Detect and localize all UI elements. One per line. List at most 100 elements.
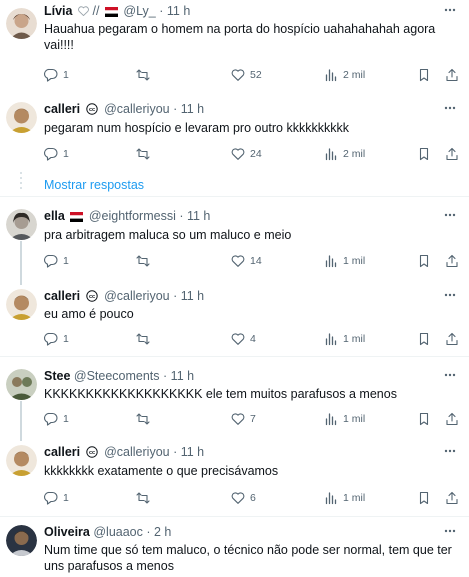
reply-count: 1 xyxy=(63,69,69,81)
views-button[interactable]: 1 mil xyxy=(324,490,365,506)
share-icon xyxy=(446,491,458,505)
avatar[interactable] xyxy=(6,8,37,39)
views-button[interactable]: 1 mil xyxy=(324,411,365,427)
share-icon xyxy=(446,332,458,346)
handle[interactable]: @calleriyou xyxy=(104,445,170,459)
retweet-button[interactable] xyxy=(136,490,150,506)
share-icon xyxy=(446,412,458,426)
views-count: 1 mil xyxy=(343,255,366,267)
tweet[interactable]: calleri cc @calleriyou · 11 h eu amo é p… xyxy=(0,285,469,357)
tweet-header: ella @eightformessi · 11 h xyxy=(44,207,439,225)
reply-button[interactable]: 1 xyxy=(44,411,69,427)
more-icon[interactable] xyxy=(443,209,457,221)
handle[interactable]: @Ly_ xyxy=(123,4,155,18)
show-replies-link[interactable]: Mostrar respostas xyxy=(44,177,144,193)
tweet-text: eu amo é pouco xyxy=(44,307,134,321)
display-name[interactable]: calleri xyxy=(44,102,80,116)
display-name[interactable]: Stee xyxy=(44,369,70,383)
handle[interactable]: @calleriyou xyxy=(104,289,170,303)
share-button[interactable] xyxy=(445,411,459,427)
avatar[interactable] xyxy=(6,209,37,240)
reply-icon xyxy=(44,412,58,426)
heart-icon xyxy=(78,6,89,16)
display-name[interactable]: Lívia xyxy=(44,4,73,18)
reply-button[interactable]: 1 xyxy=(44,331,69,347)
handle[interactable]: @eightformessi xyxy=(89,209,176,223)
avatar[interactable] xyxy=(6,289,37,320)
tweet[interactable]: calleri cc @calleriyou · 11 h pegaram nu… xyxy=(0,98,469,172)
reply-button[interactable]: 1 xyxy=(44,67,69,83)
timestamp[interactable]: · 11 h xyxy=(173,102,204,116)
more-icon[interactable] xyxy=(443,369,457,381)
reply-button[interactable]: 1 xyxy=(44,490,69,506)
retweet-button[interactable] xyxy=(136,411,150,427)
flag-icon xyxy=(104,7,118,17)
tweet[interactable]: calleri cc @calleriyou · 11 h kkkkkkkk e… xyxy=(0,441,469,517)
avatar[interactable] xyxy=(6,102,37,133)
display-name[interactable]: calleri xyxy=(44,289,80,303)
bookmark-button[interactable] xyxy=(417,146,431,162)
tweet[interactable]: ella @eightformessi · 11 h pra arbitrage… xyxy=(0,205,469,285)
views-icon xyxy=(325,69,337,82)
share-icon xyxy=(446,68,458,82)
like-button[interactable]: 7 xyxy=(231,411,256,427)
more-icon[interactable] xyxy=(443,289,457,301)
share-icon xyxy=(446,147,458,161)
tweet[interactable]: Lívia // @Ly_ · 11 h Hauahua pegaram o h… xyxy=(0,0,469,98)
like-button[interactable]: 4 xyxy=(231,331,256,347)
avatar[interactable] xyxy=(6,525,37,556)
share-button[interactable] xyxy=(445,331,459,347)
like-count: 4 xyxy=(250,333,256,345)
like-button[interactable]: 6 xyxy=(231,490,256,506)
retweet-button[interactable] xyxy=(136,146,150,162)
like-button[interactable]: 14 xyxy=(231,253,262,269)
retweet-button[interactable] xyxy=(136,331,150,347)
share-button[interactable] xyxy=(445,490,459,506)
timestamp[interactable]: · 11 h xyxy=(173,289,204,303)
share-button[interactable] xyxy=(445,67,459,83)
display-name[interactable]: calleri xyxy=(44,445,80,459)
timestamp[interactable]: · 11 h xyxy=(173,445,204,459)
more-icon[interactable] xyxy=(443,4,457,16)
reply-button[interactable]: 1 xyxy=(44,253,69,269)
handle[interactable]: @calleriyou xyxy=(104,102,170,116)
more-icon[interactable] xyxy=(443,445,457,457)
tweet[interactable]: Stee @Steecoments · 11 h KKKKKKKKKKKKKKK… xyxy=(0,365,469,441)
timestamp[interactable]: · 11 h xyxy=(159,4,190,18)
avatar[interactable] xyxy=(6,445,37,476)
retweet-button[interactable] xyxy=(136,67,150,83)
like-button[interactable]: 52 xyxy=(231,67,262,83)
share-button[interactable] xyxy=(445,253,459,269)
timestamp[interactable]: · 11 h xyxy=(163,369,194,383)
tweet-header: Stee @Steecoments · 11 h xyxy=(44,367,439,385)
tweet-actions: 1 6 1 mil xyxy=(44,490,469,506)
more-icon[interactable] xyxy=(443,525,457,537)
more-icon[interactable] xyxy=(443,102,457,114)
bookmark-button[interactable] xyxy=(417,331,431,347)
timestamp[interactable]: · 11 h xyxy=(179,209,210,223)
display-name[interactable]: ella xyxy=(44,209,65,223)
views-button[interactable]: 2 mil xyxy=(324,146,365,162)
tweet-header: Lívia // @Ly_ · 11 h xyxy=(44,2,439,20)
handle[interactable]: @luaaoc xyxy=(93,525,143,539)
tweet[interactable]: Oliveira @luaaoc · 2 h Num time que só t… xyxy=(0,521,469,577)
like-button[interactable]: 24 xyxy=(231,146,262,162)
bookmark-button[interactable] xyxy=(417,253,431,269)
display-name[interactable]: Oliveira xyxy=(44,525,90,539)
bookmark-button[interactable] xyxy=(417,67,431,83)
views-button[interactable]: 2 mil xyxy=(324,67,365,83)
reply-button[interactable]: 1 xyxy=(44,146,69,162)
views-button[interactable]: 1 mil xyxy=(324,331,365,347)
bookmark-icon xyxy=(419,412,429,426)
views-button[interactable]: 1 mil xyxy=(324,253,365,269)
svg-text:cc: cc xyxy=(89,294,95,300)
share-button[interactable] xyxy=(445,146,459,162)
handle[interactable]: @Steecoments xyxy=(74,369,160,383)
avatar[interactable] xyxy=(6,369,37,400)
reply-count: 1 xyxy=(63,255,69,267)
bookmark-button[interactable] xyxy=(417,411,431,427)
bookmark-button[interactable] xyxy=(417,490,431,506)
timestamp[interactable]: · 2 h xyxy=(146,525,171,539)
tweet-actions: 1 7 1 mil xyxy=(44,411,469,427)
retweet-button[interactable] xyxy=(136,253,150,269)
